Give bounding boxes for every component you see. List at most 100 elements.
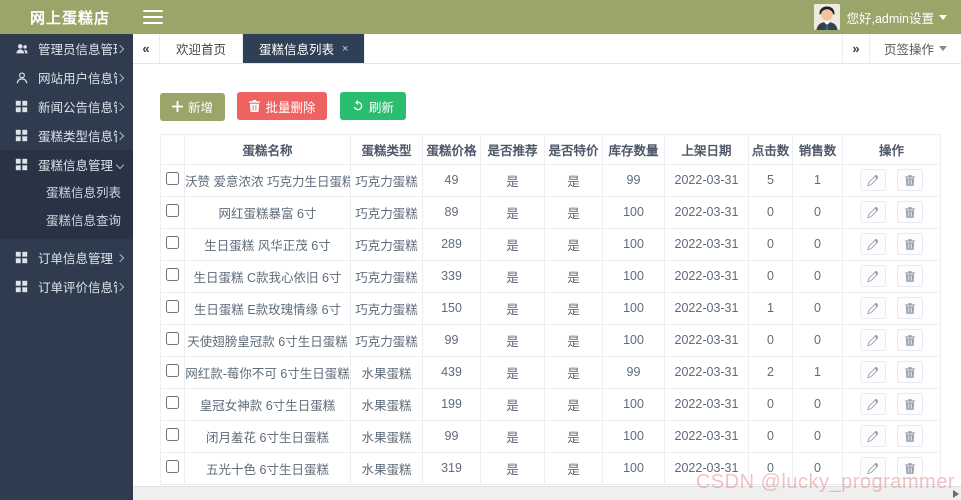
cell-stock: 100 xyxy=(602,227,665,261)
delete-button[interactable] xyxy=(897,169,924,191)
row-checkbox[interactable] xyxy=(166,300,179,313)
delete-button[interactable] xyxy=(897,457,924,479)
user-greeting: 您好,admin设置 xyxy=(846,11,934,26)
users-icon xyxy=(14,41,29,56)
tab-operations-dropdown[interactable]: 页签操作 xyxy=(868,34,961,63)
table-row: 生日蛋糕 风华正茂 6寸 巧克力蛋糕 289 是 是 100 2022-03-3… xyxy=(160,227,941,261)
edit-button[interactable] xyxy=(859,457,886,479)
edit-button[interactable] xyxy=(859,393,886,415)
row-checkbox[interactable] xyxy=(166,428,179,441)
sidebar-item-admin-info[interactable]: 管理员信息管理 xyxy=(0,34,133,63)
table-row: 生日蛋糕 E款玫瑰情缘 6寸 巧克力蛋糕 150 是 是 100 2022-03… xyxy=(160,291,941,325)
cell-sales: 0 xyxy=(792,195,843,229)
row-checkbox-cell xyxy=(160,451,185,485)
table-row: 沃赞 爱意浓浓 巧克力生日蛋糕 巧克力蛋糕 49 是 是 99 2022-03-… xyxy=(160,163,941,197)
close-icon[interactable]: × xyxy=(342,43,348,55)
delete-button[interactable] xyxy=(897,361,924,383)
batch-delete-button[interactable]: 批量删除 xyxy=(237,92,328,120)
column-header: 蛋糕类型 xyxy=(350,133,423,165)
sidebar-item-site-users[interactable]: 网站用户信息管理 xyxy=(0,63,133,92)
cell-sales: 0 xyxy=(792,259,843,293)
edit-button[interactable] xyxy=(859,265,886,287)
tabs-scroll-right-button[interactable]: » xyxy=(841,34,869,63)
edit-button[interactable] xyxy=(859,361,886,383)
sidebar-subitem-cake-list[interactable]: 蛋糕信息列表 xyxy=(0,179,133,207)
cell-cake-price: 319 xyxy=(422,451,481,485)
trash-icon xyxy=(905,430,916,442)
delete-button[interactable] xyxy=(897,425,924,447)
delete-button[interactable] xyxy=(897,329,924,351)
edit-button[interactable] xyxy=(859,201,886,223)
horizontal-scrollbar[interactable] xyxy=(133,486,961,500)
batch-delete-button-label: 批量删除 xyxy=(265,100,316,115)
row-checkbox[interactable] xyxy=(166,236,179,249)
sidebar-item-news[interactable]: 新闻公告信息管理 xyxy=(0,92,133,121)
tab-cake-list[interactable]: 蛋糕信息列表 × xyxy=(243,34,366,63)
menu-toggle-icon[interactable] xyxy=(143,10,163,24)
trash-icon xyxy=(905,462,916,474)
delete-button[interactable] xyxy=(897,265,924,287)
cell-clicks: 0 xyxy=(748,419,793,453)
cell-cake-name: 闭月羞花 6寸生日蛋糕 xyxy=(184,419,351,453)
cell-date: 2022-03-31 xyxy=(664,451,749,485)
cell-special: 是 xyxy=(544,195,603,229)
trash-icon xyxy=(905,206,916,218)
sidebar-subitem-cake-query[interactable]: 蛋糕信息查询 xyxy=(0,207,133,235)
edit-button[interactable] xyxy=(859,297,886,319)
cell-date: 2022-03-31 xyxy=(664,163,749,197)
edit-button[interactable] xyxy=(859,425,886,447)
delete-button[interactable] xyxy=(897,233,924,255)
refresh-button[interactable]: 刷新 xyxy=(339,92,406,120)
sidebar-item-label: 管理员信息管理 xyxy=(38,43,117,57)
row-checkbox[interactable] xyxy=(166,172,179,185)
cell-cake-name: 网红蛋糕暴富 6寸 xyxy=(184,195,351,229)
tab-welcome[interactable]: 欢迎首页 xyxy=(160,34,244,63)
tabs-scroll-left-button[interactable]: « xyxy=(133,34,160,63)
delete-button[interactable] xyxy=(897,297,924,319)
table-body: 沃赞 爱意浓浓 巧克力生日蛋糕 巧克力蛋糕 49 是 是 99 2022-03-… xyxy=(160,163,941,485)
add-button[interactable]: 新增 xyxy=(160,92,226,121)
delete-button[interactable] xyxy=(897,201,924,223)
cake-table: 蛋糕名称 蛋糕类型 蛋糕价格 是否推荐 是否特价 库存数量 上架日期 点击数 销… xyxy=(160,133,941,485)
delete-button[interactable] xyxy=(897,393,924,415)
trash-icon xyxy=(905,398,916,410)
sidebar-item-orders[interactable]: 订单信息管理 xyxy=(0,243,133,272)
row-checkbox[interactable] xyxy=(166,396,179,409)
cell-date: 2022-03-31 xyxy=(664,419,749,453)
row-checkbox[interactable] xyxy=(166,204,179,217)
cell-special: 是 xyxy=(544,451,603,485)
cell-sales: 1 xyxy=(792,163,843,197)
edit-button[interactable] xyxy=(859,233,886,255)
row-checkbox[interactable] xyxy=(166,268,179,281)
row-checkbox[interactable] xyxy=(166,460,179,473)
edit-button[interactable] xyxy=(859,329,886,351)
sidebar-item-cake-types[interactable]: 蛋糕类型信息管理 xyxy=(0,121,133,150)
row-checkbox-cell xyxy=(160,163,185,197)
cell-cake-type: 水果蛋糕 xyxy=(350,451,423,485)
cell-special: 是 xyxy=(544,259,603,293)
toolbar: 新增 批量删除 刷新 xyxy=(160,92,961,121)
sidebar-item-cake-info[interactable]: 蛋糕信息管理 xyxy=(0,150,133,179)
cell-date: 2022-03-31 xyxy=(664,195,749,229)
cell-cake-type: 水果蛋糕 xyxy=(350,387,423,421)
add-button-label: 新增 xyxy=(188,101,214,115)
pencil-icon xyxy=(867,430,879,442)
row-checkbox[interactable] xyxy=(166,364,179,377)
cell-cake-price: 89 xyxy=(422,195,481,229)
cell-special: 是 xyxy=(544,227,603,261)
cell-recommended: 是 xyxy=(480,195,545,229)
trash-icon xyxy=(905,174,916,186)
edit-button[interactable] xyxy=(859,169,886,191)
cell-cake-price: 49 xyxy=(422,163,481,197)
header-checkbox-cell xyxy=(160,133,185,165)
grid-icon xyxy=(14,279,29,294)
user-menu[interactable]: 您好,admin设置 xyxy=(814,4,961,30)
sidebar-item-order-reviews[interactable]: 订单评价信息管理 xyxy=(0,272,133,301)
table-row: 网红款-莓你不可 6寸生日蛋糕 水果蛋糕 439 是 是 99 2022-03-… xyxy=(160,355,941,389)
row-checkbox-cell xyxy=(160,387,185,421)
cell-special: 是 xyxy=(544,163,603,197)
cell-cake-name: 皇冠女神款 6寸生日蛋糕 xyxy=(184,387,351,421)
cell-stock: 100 xyxy=(602,323,665,357)
row-checkbox-cell xyxy=(160,419,185,453)
row-checkbox[interactable] xyxy=(166,332,179,345)
